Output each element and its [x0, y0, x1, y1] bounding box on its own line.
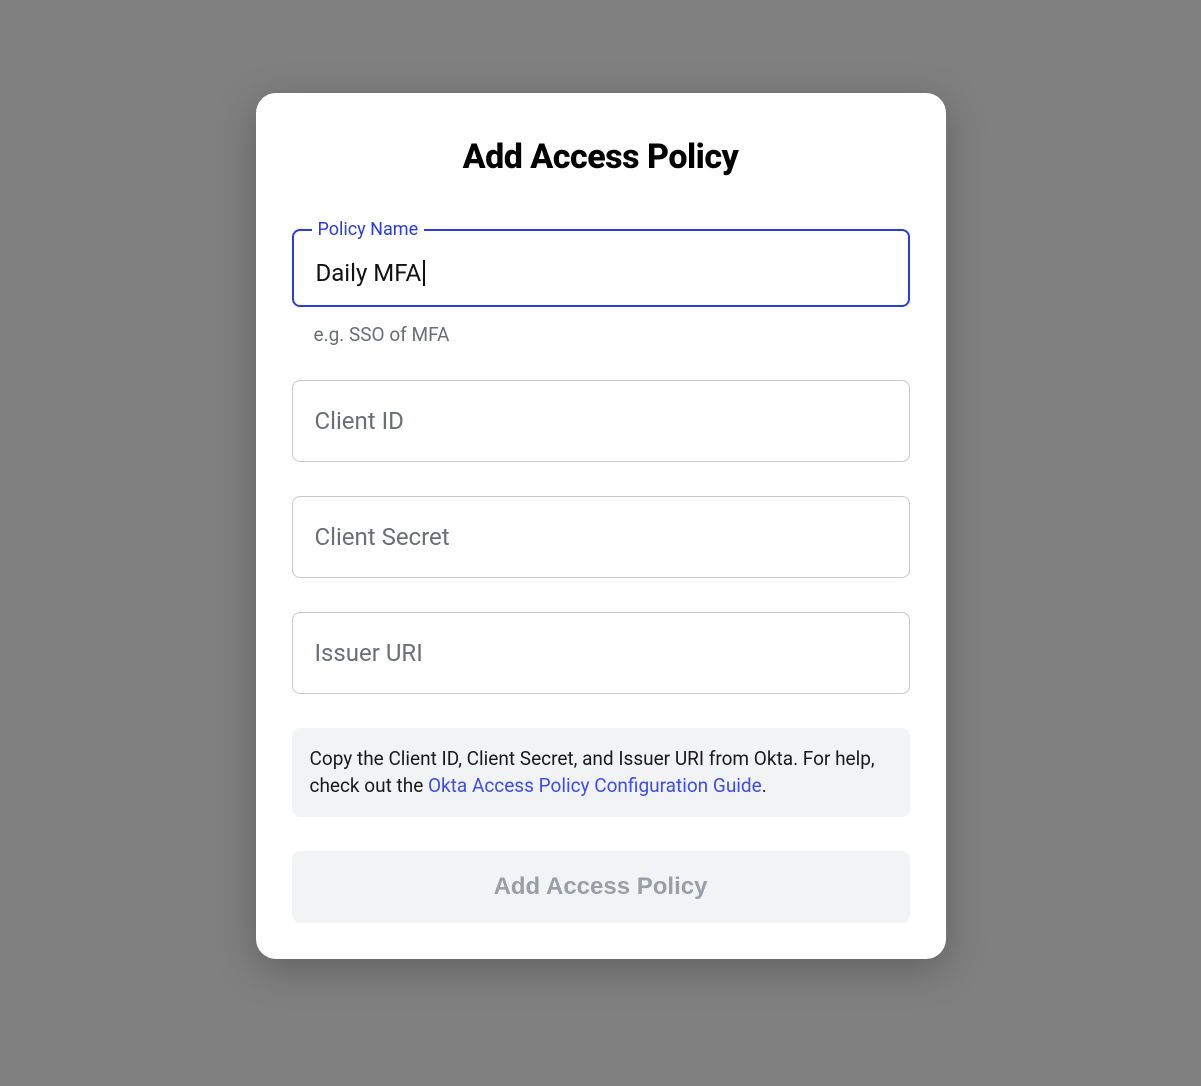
issuer-uri-field-group: Issuer URI: [292, 612, 910, 694]
client-id-field-group: Client ID: [292, 380, 910, 462]
okta-guide-link[interactable]: Okta Access Policy Configuration Guide: [428, 774, 762, 797]
policy-name-helper: e.g. SSO of MFA: [314, 323, 910, 346]
policy-name-field-group: Policy Name Daily MFA e.g. SSO of MFA: [292, 229, 910, 346]
info-text-after: .: [762, 774, 767, 797]
issuer-uri-input[interactable]: Issuer URI: [292, 612, 910, 694]
client-secret-field-group: Client Secret: [292, 496, 910, 578]
client-secret-input[interactable]: Client Secret: [292, 496, 910, 578]
modal-title: Add Access Policy: [292, 137, 910, 177]
add-access-policy-modal: Add Access Policy Policy Name Daily MFA …: [256, 93, 946, 959]
add-access-policy-button[interactable]: Add Access Policy: [292, 851, 910, 923]
policy-name-label: Policy Name: [312, 219, 425, 240]
policy-name-input[interactable]: Policy Name Daily MFA: [292, 229, 910, 307]
client-id-input[interactable]: Client ID: [292, 380, 910, 462]
info-box: Copy the Client ID, Client Secret, and I…: [292, 728, 910, 817]
text-caret-icon: [423, 260, 425, 286]
policy-name-value: Daily MFA: [316, 259, 886, 287]
